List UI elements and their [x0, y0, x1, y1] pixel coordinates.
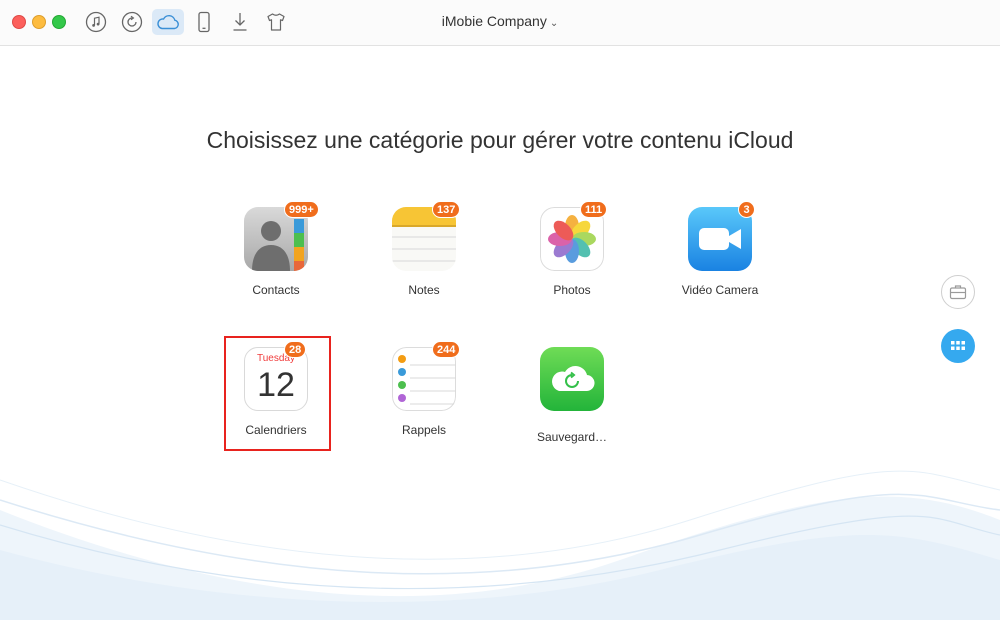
category-grid-button[interactable] — [941, 329, 975, 363]
toolbox-button[interactable] — [941, 275, 975, 309]
count-badge: 3 — [738, 201, 755, 218]
grid-icon — [951, 341, 965, 350]
chevron-down-icon: ⌄ — [549, 18, 559, 29]
category-label: Contacts — [252, 283, 300, 297]
page-title: Choisissez une catégorie pour gérer votr… — [206, 127, 794, 153]
category-label: Rappels — [401, 423, 447, 437]
count-badge: 111 — [580, 201, 608, 218]
device-name: iMobie Company — [441, 13, 547, 29]
count-badge: 244 — [432, 341, 461, 358]
category-label: Sauvegard… — [536, 430, 608, 444]
count-badge: 137 — [432, 201, 461, 218]
category-label: Notes — [408, 283, 440, 297]
category-video-camera[interactable]: 3 Vidéo Camera — [665, 201, 775, 317]
toolbar: iMobie Company ⌄ — [0, 0, 1000, 46]
category-label: Photos — [553, 283, 591, 297]
category-notes[interactable]: 137 Notes — [369, 201, 479, 317]
background-waves — [0, 470, 1000, 620]
category-contacts[interactable]: 999+ Contacts — [221, 201, 331, 317]
category-label: Vidéo Camera — [681, 283, 759, 297]
category-reminders[interactable]: 244 Rappels — [369, 341, 479, 457]
selection-highlight — [224, 336, 331, 451]
category-photos[interactable]: 111 Photos — [517, 201, 627, 317]
toolbox-icon — [949, 285, 967, 300]
count-badge: 999+ — [284, 201, 319, 218]
category-icloud-backup[interactable]: Sauvegard… — [517, 347, 627, 457]
icloud-backup-icon — [540, 347, 604, 411]
device-selector[interactable]: iMobie Company ⌄ — [0, 13, 1000, 29]
